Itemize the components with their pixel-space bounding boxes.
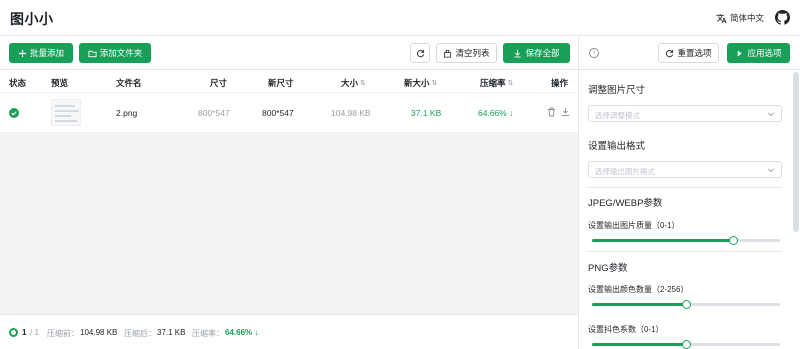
col-filename: 文件名 <box>116 78 142 88</box>
file-list-panel: 批量添加 添加文件夹 清空列表 保存全部 状态 预览 文件名 尺寸 新尺寸 大小… <box>0 36 578 349</box>
col-preview: 预览 <box>51 78 69 88</box>
rate-label: 压缩率： <box>192 329 224 338</box>
progress-ring-icon <box>9 328 18 337</box>
slider-fill <box>592 303 686 306</box>
chevron-down-icon <box>768 168 774 173</box>
col-status: 状态 <box>9 78 27 88</box>
settings-toolbar: i 重置选项 应用选项 <box>579 36 800 70</box>
translate-icon <box>716 13 727 23</box>
col-new-file-size[interactable]: 新大小 ⇅ <box>404 77 437 89</box>
slider-fill <box>592 343 686 346</box>
slider-fill <box>592 239 733 242</box>
colors-slider[interactable] <box>592 300 780 309</box>
delete-icon[interactable] <box>547 107 556 117</box>
output-format-select[interactable]: 选择输出图片格式 <box>588 161 782 178</box>
app-header: 图小小 简体中文 <box>0 0 800 36</box>
language-switch[interactable]: 简体中文 <box>716 12 764 24</box>
batch-add-button[interactable]: 批量添加 <box>9 43 73 63</box>
plus-icon <box>18 49 27 57</box>
format-section-title: 设置输出格式 <box>588 141 646 152</box>
clear-list-button[interactable]: 清空列表 <box>436 43 497 63</box>
chevron-down-icon <box>768 112 774 117</box>
reset-icon <box>666 49 674 57</box>
col-size: 尺寸 <box>210 78 228 88</box>
clear-icon <box>444 49 452 58</box>
before-value: 104.98 KB <box>80 328 118 337</box>
after-label: 压缩后： <box>124 329 156 338</box>
folder-icon <box>88 50 97 57</box>
slider-handle[interactable] <box>681 300 691 309</box>
status-done-icon <box>9 108 19 118</box>
add-folder-button[interactable]: 添加文件夹 <box>79 43 151 63</box>
settings-panel: i 重置选项 应用选项 调整图片尺寸 选择调整模式 设置输出格式 选择输出图片格… <box>578 36 800 349</box>
language-label: 简体中文 <box>730 13 765 23</box>
sort-icon: ⇅ <box>507 80 514 87</box>
play-icon <box>738 50 743 56</box>
jpeg-section-title: JPEG/WEBP参数 <box>588 198 663 209</box>
info-icon[interactable]: i <box>589 48 599 58</box>
page-total: / 1 <box>30 328 39 337</box>
row-actions <box>547 107 570 117</box>
quality-slider[interactable] <box>592 236 780 245</box>
new-dimensions: 800*547 <box>262 108 294 118</box>
apply-options-button[interactable]: 应用选项 <box>727 43 790 63</box>
table-row: 2.png 800*547 800*547 104.98 KB 37.1 KB … <box>0 93 578 133</box>
dither-label: 设置抖色系数（0-1） <box>588 325 664 334</box>
dither-slider[interactable] <box>592 340 780 349</box>
before-label: 压缩前： <box>47 329 79 338</box>
download-icon <box>514 49 522 57</box>
sort-icon: ⇅ <box>360 80 366 87</box>
app-title: 图小小 <box>10 11 54 27</box>
rate-value: 64.66% ↓ <box>225 328 259 337</box>
quality-label: 设置输出图片质量（0-1） <box>588 221 680 230</box>
refresh-button[interactable] <box>410 43 430 63</box>
refresh-icon <box>416 49 424 57</box>
filename: 2.png <box>116 108 138 118</box>
col-file-size[interactable]: 大小 ⇅ <box>341 77 366 89</box>
summary-footer: 1 / 1 压缩前： 104.98 KB 压缩后： 37.1 KB 压缩率： 6… <box>0 314 578 349</box>
resize-mode-select[interactable]: 选择调整模式 <box>588 105 782 122</box>
page-current: 1 <box>22 328 27 337</box>
slider-handle[interactable] <box>681 340 691 349</box>
col-actions: 操作 <box>551 78 569 88</box>
scrollbar[interactable] <box>793 72 799 232</box>
preview-thumbnail[interactable] <box>51 99 81 126</box>
file-toolbar: 批量添加 添加文件夹 清空列表 保存全部 <box>0 36 578 70</box>
png-section-title: PNG参数 <box>588 263 628 274</box>
col-compression-rate[interactable]: 压缩率 ⇅ <box>480 77 513 89</box>
slider-handle[interactable] <box>728 236 738 245</box>
original-dimensions: 800*547 <box>198 108 230 118</box>
divider <box>588 251 782 252</box>
github-icon[interactable] <box>775 10 790 25</box>
divider <box>588 187 782 188</box>
download-icon[interactable] <box>561 107 570 117</box>
after-value: 37.1 KB <box>157 328 186 337</box>
file-table: 状态 预览 文件名 尺寸 新尺寸 大小 ⇅ 新大小 ⇅ 压缩率 ⇅ 操作 2.png … <box>0 70 578 133</box>
resize-section-title: 调整图片尺寸 <box>588 85 646 96</box>
compression-rate: 64.66% ↓ <box>478 108 514 118</box>
sort-icon: ⇅ <box>431 80 438 87</box>
reset-options-button[interactable]: 重置选项 <box>658 43 719 63</box>
col-new-size: 新尺寸 <box>268 78 294 88</box>
new-file-size: 37.1 KB <box>411 108 442 118</box>
table-header: 状态 预览 文件名 尺寸 新尺寸 大小 ⇅ 新大小 ⇅ 压缩率 ⇅ 操作 <box>0 70 578 93</box>
original-file-size: 104.98 KB <box>331 108 371 118</box>
save-all-button[interactable]: 保存全部 <box>503 43 570 63</box>
colors-label: 设置输出颜色数量（2-256） <box>588 285 689 294</box>
